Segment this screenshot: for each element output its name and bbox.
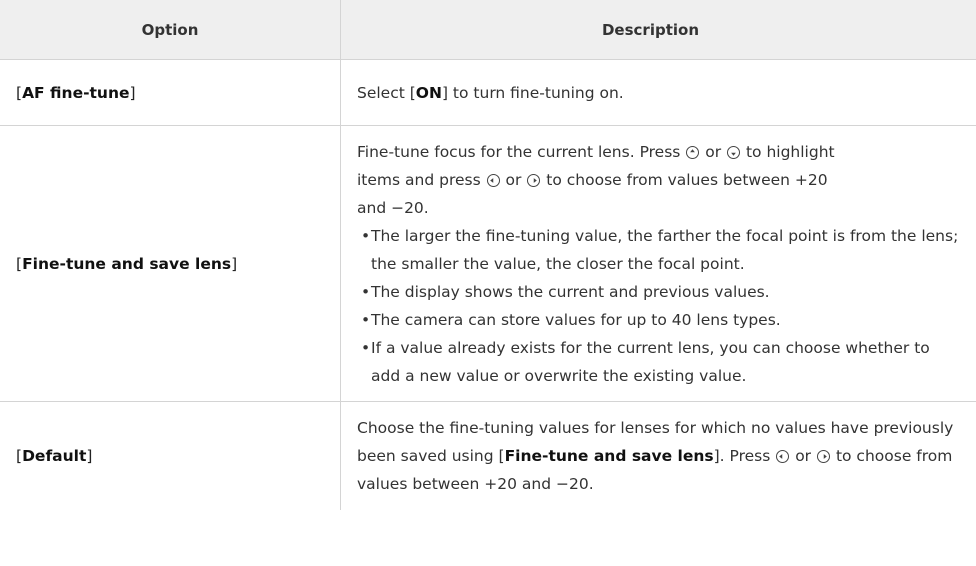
multi-selector-right-icon [817, 450, 830, 463]
description-text: Select [ON] to turn fine-tuning on. [357, 83, 624, 102]
header-description: Description [601, 20, 700, 39]
multi-selector-right-icon [527, 173, 541, 187]
description-text: Fine-tune focus for the current lens. Pr… [357, 138, 960, 390]
option-cell: [Fine-tune and save lens] [0, 126, 341, 401]
option-label: [Fine-tune and save lens] [16, 254, 238, 273]
list-item: The larger the fine-tuning value, the fa… [357, 222, 960, 278]
option-label: [AF fine-tune] [16, 83, 136, 102]
header-option: Option [0, 0, 341, 59]
list-item: The display shows the current and previo… [357, 278, 960, 306]
table-row: [Default] Choose the fine-tuning values … [0, 402, 976, 510]
table-row: [AF fine-tune] Select [ON] to turn fine-… [0, 60, 976, 126]
description-cell: Select [ON] to turn fine-tuning on. [341, 60, 976, 125]
list-item: The camera can store values for up to 40… [357, 306, 960, 334]
multi-selector-left-icon [486, 173, 500, 187]
description-text: Choose the fine-tuning values for lenses… [357, 419, 954, 493]
option-label: [Default] [16, 447, 93, 465]
multi-selector-left-icon [776, 450, 790, 463]
table-header-row: Option Description [0, 0, 976, 60]
description-cell: Fine-tune focus for the current lens. Pr… [341, 126, 976, 401]
list-item: If a value already exists for the curren… [357, 334, 960, 390]
options-table: Option Description [AF fine-tune] Select… [0, 0, 976, 510]
multi-selector-down-icon [727, 145, 741, 159]
description-cell: Choose the fine-tuning values for lenses… [341, 402, 976, 510]
option-cell: [Default] [0, 402, 341, 510]
option-cell: [AF fine-tune] [0, 60, 341, 125]
multi-selector-up-icon [686, 145, 700, 159]
table-row: [Fine-tune and save lens] Fine-tune focu… [0, 126, 976, 402]
bullet-list: The larger the fine-tuning value, the fa… [357, 222, 960, 390]
